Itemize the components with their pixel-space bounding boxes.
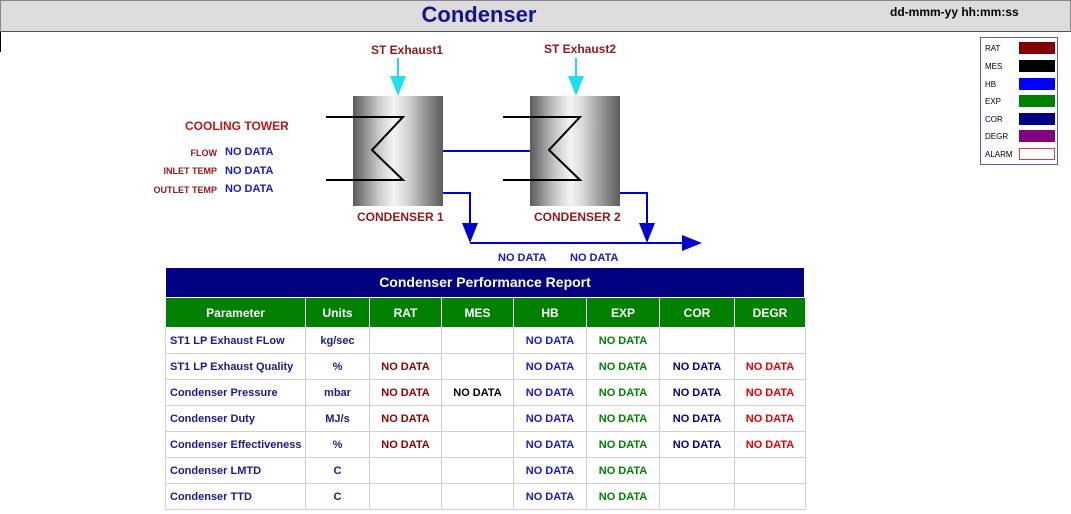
cor-cell: NO DATA [659, 431, 735, 458]
condenser1-label: CONDENSER 1 [357, 210, 444, 224]
exp-cell: NO DATA [586, 327, 660, 354]
col-header-rat: RAT [369, 297, 442, 328]
hb-cell: NO DATA [513, 431, 587, 458]
exp-cell: NO DATA [586, 405, 660, 432]
outlet-temp-label: OUTLET TEMP [153, 185, 218, 195]
flow-label: FLOW [190, 148, 218, 158]
table-row: Condenser Duty MJ/s NO DATA NO DATA NO D… [165, 405, 806, 432]
condenser2-outlet-pipe [620, 192, 655, 243]
col-header-parameter: Parameter [165, 297, 306, 328]
hb-cell: NO DATA [513, 379, 587, 406]
degr-cell: NO DATA [734, 379, 806, 406]
outlet-temp-value: NO DATA [225, 183, 274, 195]
condenser1-vessel [353, 96, 443, 206]
cor-cell [659, 457, 735, 484]
degr-cell: NO DATA [734, 431, 806, 458]
outlet-value-2: NO DATA [570, 252, 619, 264]
inlet-temp-label: INLET TEMP [163, 166, 218, 176]
exhaust1-label: ST Exhaust1 [371, 43, 444, 57]
rat-cell: NO DATA [369, 353, 442, 380]
mes-cell [441, 353, 514, 380]
degr-cell: NO DATA [734, 353, 806, 380]
outlet-value-1: NO DATA [498, 252, 547, 264]
units-cell: kg/sec [305, 327, 370, 354]
cor-cell [659, 327, 735, 354]
cor-cell: NO DATA [659, 353, 735, 380]
condenser1-outlet-pipe [443, 192, 478, 243]
cor-cell: NO DATA [659, 379, 735, 406]
units-cell: C [305, 457, 370, 484]
col-header-units: Units [305, 297, 370, 328]
exp-cell: NO DATA [586, 379, 660, 406]
exhaust2-label: ST Exhaust2 [544, 42, 617, 56]
degr-cell [734, 327, 806, 354]
rat-cell [369, 457, 442, 484]
cor-cell [659, 483, 735, 510]
exp-cell: NO DATA [586, 483, 660, 510]
table-row: Condenser TTD C NO DATA NO DATA [165, 483, 806, 510]
hb-cell: NO DATA [513, 353, 587, 380]
flow-value: NO DATA [225, 146, 274, 158]
degr-cell [734, 457, 806, 484]
degr-cell [734, 483, 806, 510]
table-row: Condenser Effectiveness % NO DATA NO DAT… [165, 431, 806, 458]
hb-cell: NO DATA [513, 457, 587, 484]
inlet-temp-value: NO DATA [225, 165, 274, 177]
performance-table: Parameter Units RAT MES HB EXP COR DEGR … [165, 297, 806, 510]
param-cell: Condenser Effectiveness [165, 431, 306, 458]
param-cell: ST1 LP Exhaust FLow [165, 327, 306, 354]
cooling-tower-title: COOLING TOWER [185, 119, 289, 133]
param-cell: Condenser Duty [165, 405, 306, 432]
mes-cell [441, 405, 514, 432]
hb-cell: NO DATA [513, 405, 587, 432]
col-header-hb: HB [513, 297, 587, 328]
units-cell: % [305, 431, 370, 458]
col-header-cor: COR [659, 297, 735, 328]
rat-cell: NO DATA [369, 431, 442, 458]
units-cell: mbar [305, 379, 370, 406]
mes-cell [441, 327, 514, 354]
condenser2-label: CONDENSER 2 [534, 210, 621, 224]
rat-cell [369, 483, 442, 510]
mes-cell [441, 431, 514, 458]
degr-cell: NO DATA [734, 405, 806, 432]
mes-cell: NO DATA [441, 379, 514, 406]
table-row: Condenser Pressure mbar NO DATA NO DATA … [165, 379, 806, 406]
exp-cell: NO DATA [586, 431, 660, 458]
mes-cell [441, 483, 514, 510]
exp-cell: NO DATA [586, 457, 660, 484]
hb-cell: NO DATA [513, 483, 587, 510]
mes-cell [441, 457, 514, 484]
report-title: Condenser Performance Report [166, 268, 804, 297]
rat-cell: NO DATA [369, 405, 442, 432]
units-cell: MJ/s [305, 405, 370, 432]
condenser2-vessel [530, 96, 620, 206]
col-header-mes: MES [441, 297, 514, 328]
param-cell: Condenser LMTD [165, 457, 306, 484]
rat-cell [369, 327, 442, 354]
col-header-degr: DEGR [734, 297, 806, 328]
col-header-exp: EXP [586, 297, 660, 328]
param-cell: Condenser TTD [165, 483, 306, 510]
exp-cell: NO DATA [586, 353, 660, 380]
cor-cell: NO DATA [659, 405, 735, 432]
table-row: ST1 LP Exhaust FLow kg/sec NO DATA NO DA… [165, 327, 806, 354]
hb-cell: NO DATA [513, 327, 587, 354]
rat-cell: NO DATA [369, 379, 442, 406]
table-header-row: Parameter Units RAT MES HB EXP COR DEGR [165, 297, 806, 328]
table-row: ST1 LP Exhaust Quality % NO DATA NO DATA… [165, 353, 806, 380]
param-cell: ST1 LP Exhaust Quality [165, 353, 306, 380]
table-row: Condenser LMTD C NO DATA NO DATA [165, 457, 806, 484]
units-cell: % [305, 353, 370, 380]
param-cell: Condenser Pressure [165, 379, 306, 406]
units-cell: C [305, 483, 370, 510]
